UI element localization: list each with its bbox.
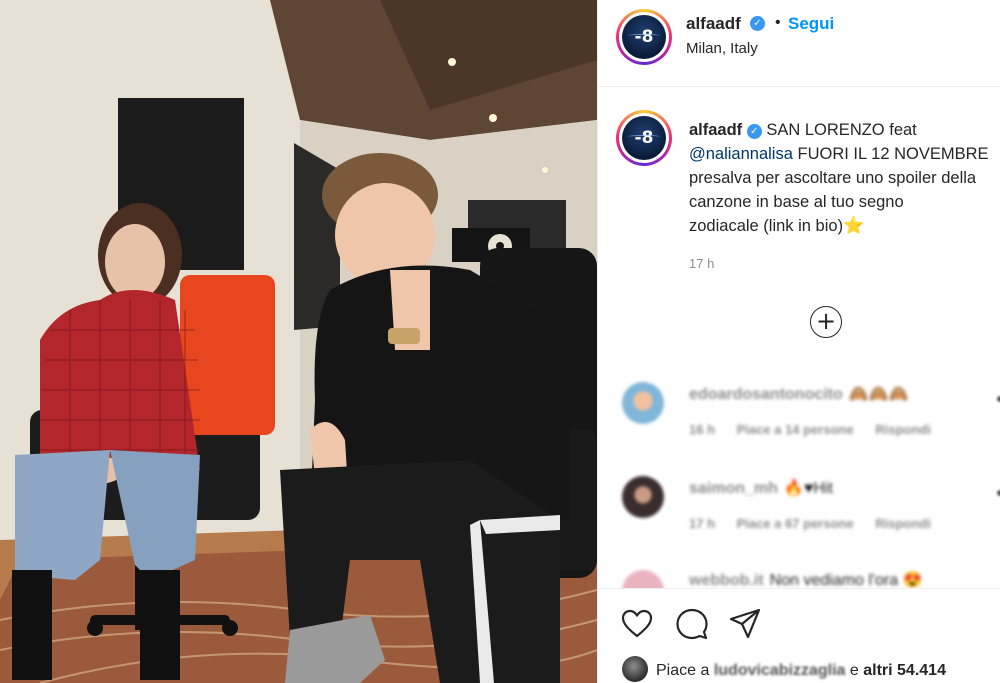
commenter-avatar[interactable] <box>622 382 664 424</box>
post-caption: alfaadf ✓ SAN LORENZO feat @naliannalisa… <box>689 118 1000 238</box>
verified-icon: ✓ <box>746 124 762 139</box>
likes-prefix: Piace a <box>656 662 710 679</box>
comment-reply-button[interactable]: Rispondi <box>875 422 931 437</box>
caption-author-avatar[interactable]: -8 <box>616 110 672 166</box>
separator-dot: • <box>775 14 781 31</box>
comment-reply-button[interactable]: Rispondi <box>875 516 931 531</box>
liker-avatar[interactable] <box>622 656 648 682</box>
commenter-avatar[interactable] <box>622 476 664 518</box>
post-header: -8 alfaadf ✓ • Segui Milan, Italy <box>598 0 1000 87</box>
post-location[interactable]: Milan, Italy <box>686 40 758 57</box>
comment-username[interactable]: saimon_mh <box>689 480 778 497</box>
caption-text-line4: canzone in base al tuo segno <box>689 193 904 211</box>
heart-icon[interactable] <box>620 607 654 641</box>
comment-text: 🙈🙈🙈 <box>848 386 909 403</box>
comment-text: 🔥♥Hit <box>783 480 833 497</box>
plus-circle-icon[interactable]: + <box>810 306 842 338</box>
commenter-avatar[interactable] <box>622 570 664 588</box>
likes-count[interactable]: altri 54.414 <box>863 662 946 679</box>
comment-username[interactable]: webbob.it <box>689 572 764 588</box>
author-avatar[interactable]: -8 <box>616 9 672 65</box>
caption-text-line5: zodiacale (link in bio) <box>689 217 844 235</box>
comment-item: edoardosantonocito 🙈🙈🙈 16 h Piace a 14 pe… <box>598 378 1000 458</box>
caption-text-line2: FUORI IL 12 NOVEMBRE <box>797 145 989 163</box>
comment-likes[interactable]: Piace a 67 persone <box>737 516 854 531</box>
comment-time[interactable]: 16 h <box>689 422 715 437</box>
post-photo[interactable] <box>0 0 597 683</box>
liker-username[interactable]: ludovicabizzaglia <box>714 662 846 679</box>
star-emoji: ⭐ <box>843 216 865 235</box>
share-icon[interactable] <box>728 607 762 641</box>
comment-text: Non vediamo l'ora 😍 <box>769 572 923 588</box>
caption-timestamp[interactable]: 17 h <box>689 256 714 271</box>
caption-mention[interactable]: @naliannalisa <box>689 145 793 163</box>
likes-suffix: e <box>849 662 859 679</box>
comment-item: webbob.it Non vediamo l'ora 😍 <box>598 566 1000 588</box>
follow-button[interactable]: Segui <box>788 14 834 34</box>
verified-icon: ✓ <box>750 16 765 31</box>
comment-likes[interactable]: Piace a 14 persone <box>737 422 854 437</box>
comment-icon[interactable] <box>675 607 709 641</box>
caption-username[interactable]: alfaadf <box>689 121 742 139</box>
comment-time[interactable]: 17 h <box>689 516 715 531</box>
comment-item: saimon_mh 🔥♥Hit 17 h Piace a 67 persone R… <box>598 472 1000 552</box>
caption-text-line1: SAN LORENZO feat <box>766 121 917 139</box>
caption-text-line3: presalva per ascoltare uno spoiler della <box>689 169 977 187</box>
author-username[interactable]: alfaadf <box>686 14 741 34</box>
post-actions-bar: Piace a ludovicabizzaglia e altri 54.414 <box>598 588 1000 683</box>
comment-username[interactable]: edoardosantonocito <box>689 386 843 403</box>
post-side-panel: -8 alfaadf ✓ • Segui Milan, Italy -8 alf… <box>597 0 1000 683</box>
likes-summary[interactable]: Piace a ludovicabizzaglia e altri 54.414 <box>622 656 946 682</box>
